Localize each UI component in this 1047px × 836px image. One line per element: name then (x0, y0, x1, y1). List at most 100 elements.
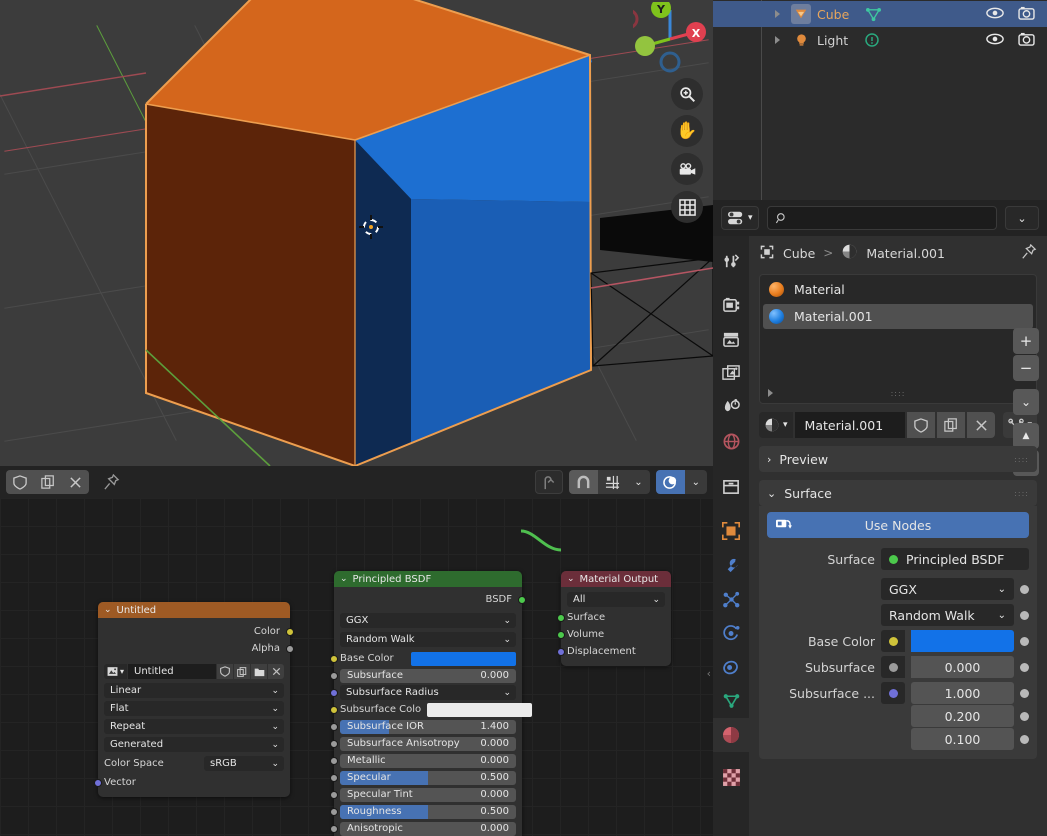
search-field[interactable] (793, 211, 988, 225)
color-space-row[interactable]: Color Space sRGB ⌄ (104, 756, 284, 771)
interpolation-dropdown[interactable]: Linear ⌄ (104, 683, 284, 698)
panel-header-preview[interactable]: › Preview :::: (759, 446, 1037, 472)
new-material-button[interactable] (34, 470, 62, 494)
breadcrumb-material[interactable]: Material.001 (866, 246, 945, 261)
animate-dot[interactable] (1020, 584, 1029, 594)
chevron-down-icon[interactable]: ⌄ (340, 574, 348, 584)
target-dropdown[interactable]: All ⌄ (567, 592, 665, 607)
sidebar-toggle-arrow[interactable]: ‹ (707, 667, 711, 680)
overlays-dropdown-button[interactable]: ⌄ (684, 470, 707, 494)
node-input-roughness[interactable]: Roughness 0.500 (330, 804, 516, 819)
input-socket[interactable] (330, 824, 338, 833)
input-socket[interactable] (330, 654, 338, 663)
tab-view-layer[interactable] (713, 356, 749, 390)
projection-dropdown[interactable]: Flat ⌄ (104, 701, 284, 716)
tab-output[interactable] (713, 322, 749, 356)
animate-dot[interactable] (1020, 712, 1029, 721)
new-material-button[interactable] (937, 412, 966, 438)
image-datablock-row[interactable]: ▾ Untitled (104, 664, 284, 679)
material-slot-row[interactable]: Material (763, 277, 1033, 302)
input-socket[interactable] (330, 739, 338, 748)
chevron-down-icon[interactable]: ⌄ (104, 605, 112, 615)
node-input-volume[interactable]: Volume (557, 627, 665, 642)
animate-dot[interactable] (1020, 662, 1029, 672)
camera-render-icon[interactable] (1018, 6, 1035, 23)
open-image-button[interactable] (251, 664, 267, 679)
subsurface-color-swatch[interactable] (427, 702, 533, 717)
node-output-bsdf[interactable]: BSDF (340, 592, 526, 607)
overlays-toggle-button[interactable] (655, 470, 685, 494)
use-nodes-button[interactable]: Use Nodes (767, 512, 1029, 538)
node-input-subsurface[interactable]: Subsurface 0.000 (330, 668, 516, 683)
material-name-field[interactable]: Material.001 (794, 412, 906, 438)
pin-button[interactable] (95, 470, 128, 494)
panel-drag-grip[interactable]: :::: (1014, 489, 1029, 498)
node-principled-bsdf[interactable]: ⌄ Principled BSDF BSDF GGX ⌄ Random Walk (330, 571, 533, 836)
subsurface-ior-slider[interactable]: Subsurface IOR 1.400 (340, 719, 516, 734)
disclosure-triangle-icon[interactable] (775, 10, 780, 18)
fake-user-button[interactable] (217, 664, 233, 679)
source-dropdown-row[interactable]: Generated ⌄ (104, 737, 284, 752)
node-input-subsurface-color[interactable]: Subsurface Colo (330, 702, 533, 717)
snap-dropdown-button[interactable]: ⌄ (627, 470, 650, 494)
target-dropdown-row[interactable]: All ⌄ (567, 592, 665, 607)
chevron-down-icon[interactable]: ⌄ (567, 574, 575, 584)
zoom-button[interactable] (671, 78, 703, 110)
source-dropdown[interactable]: Generated ⌄ (104, 737, 284, 752)
tab-scene[interactable] (713, 390, 749, 424)
anisotropic-slider[interactable]: Anisotropic 0.000 (340, 821, 516, 836)
resize-grip[interactable]: :::: (891, 389, 906, 398)
snap-target-button[interactable] (598, 470, 628, 494)
tab-tool[interactable] (713, 244, 749, 278)
camera-render-icon[interactable] (1018, 32, 1035, 49)
subsurface-method-dropdown[interactable]: Random Walk ⌄ (340, 632, 516, 647)
toggle-orthographic-button[interactable] (671, 191, 703, 223)
input-socket[interactable] (330, 773, 338, 782)
tab-modifiers[interactable] (713, 548, 749, 582)
unlink-button[interactable] (62, 470, 89, 494)
subsurface-row[interactable]: Subsurface 0.000 (767, 656, 1029, 678)
pin-icon[interactable] (1021, 243, 1037, 263)
fake-user-button[interactable] (6, 470, 34, 494)
color-space-dropdown[interactable]: sRGB ⌄ (204, 756, 284, 771)
outliner-row-light[interactable]: Light (713, 27, 1047, 53)
node-input-vector[interactable]: Vector (94, 775, 284, 790)
subsurface-method-dropdown[interactable]: Random Walk ⌄ (881, 604, 1014, 626)
node-input-subsurface-ior[interactable]: Subsurface IOR 1.400 (330, 719, 516, 734)
extension-dropdown[interactable]: Repeat ⌄ (104, 719, 284, 734)
image-browse-button[interactable]: ▾ (104, 664, 128, 679)
tab-object[interactable] (713, 514, 749, 548)
pan-button[interactable]: ✋ (671, 115, 703, 147)
camera-view-button[interactable] (671, 153, 703, 185)
snap-magnet-button[interactable] (569, 470, 599, 494)
go-to-parent-button[interactable] (535, 470, 564, 494)
input-socket[interactable] (330, 722, 338, 731)
tab-render[interactable] (713, 288, 749, 322)
disclosure-triangle-icon[interactable] (775, 36, 780, 44)
properties-options-button[interactable]: ⌄ (1005, 206, 1039, 230)
specular-slider[interactable]: Specular 0.500 (340, 770, 516, 785)
subsurface-slider[interactable]: Subsurface 0.000 (340, 668, 516, 683)
roughness-slider[interactable]: Roughness 0.500 (340, 804, 516, 819)
properties-tab-column[interactable] (713, 236, 749, 836)
material-specials-button[interactable]: ⌄ (1013, 389, 1039, 415)
node-input-metallic[interactable]: Metallic 0.000 (330, 753, 516, 768)
subsurface-radius-vector[interactable]: 1.000 0.200 0.100 (911, 682, 1029, 751)
output-socket[interactable] (518, 595, 526, 604)
node-material-output[interactable]: ⌄ Material Output All ⌄ Surface Volume D… (557, 571, 671, 666)
surface-shader-row[interactable]: Surface Principled BSDF (767, 548, 1029, 570)
input-socket[interactable] (330, 671, 338, 680)
node-input-displacement[interactable]: Displacement (557, 644, 665, 659)
animate-dot[interactable] (1020, 735, 1029, 744)
subsurface-radius-z[interactable]: 0.100 (911, 728, 1014, 750)
node-input-specular[interactable]: Specular 0.500 (330, 770, 516, 785)
editor-type-button[interactable]: ▾ (721, 206, 759, 230)
tab-texture[interactable] (713, 760, 749, 794)
subsurface-radius-socket[interactable] (881, 682, 905, 704)
shader-node-editor[interactable]: ⌄ ⌄ ⌄ Untitled Color Alpha ▾ Untitled Li… (0, 466, 713, 836)
animate-dot[interactable] (1020, 689, 1029, 698)
tab-particles[interactable] (713, 582, 749, 616)
distribution-dropdown-row[interactable]: GGX ⌄ (340, 613, 516, 628)
navigation-gizmo[interactable]: Y X (617, 0, 707, 76)
base-color-swatch[interactable] (911, 630, 1014, 652)
